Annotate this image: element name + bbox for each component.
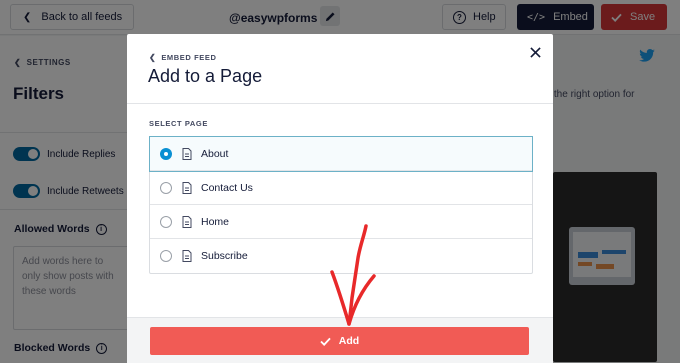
page-list: About Contact Us Home Subscribe: [149, 136, 533, 274]
page-option-contact-us[interactable]: Contact Us: [150, 171, 532, 205]
select-page-label: SELECT PAGE: [149, 119, 208, 128]
close-icon: [529, 46, 541, 58]
page-option-subscribe[interactable]: Subscribe: [150, 239, 532, 273]
document-icon: [182, 181, 192, 194]
add-label: Add: [338, 335, 360, 347]
divider: [127, 103, 553, 104]
page-option-home[interactable]: Home: [150, 205, 532, 239]
radio-button[interactable]: [160, 250, 172, 262]
document-icon: [182, 215, 192, 228]
close-button[interactable]: [526, 43, 544, 61]
document-icon: [182, 250, 192, 262]
page-option-label: Contact Us: [201, 181, 253, 194]
page-option-label: Subscribe: [201, 250, 248, 262]
add-to-page-modal: ❮ EMBED FEED Add to a Page SELECT PAGE A…: [127, 34, 553, 363]
check-icon: [320, 337, 331, 346]
document-icon: [182, 147, 192, 160]
add-button[interactable]: Add: [150, 327, 529, 355]
page-option-about[interactable]: About: [149, 136, 533, 172]
embed-feed-breadcrumb[interactable]: ❮ EMBED FEED: [149, 53, 216, 62]
page-option-label: Home: [201, 215, 230, 228]
radio-button[interactable]: [160, 147, 172, 160]
modal-title: Add to a Page: [148, 66, 263, 86]
chevron-left-icon: ❮: [149, 53, 157, 62]
page-option-label: About: [201, 147, 229, 160]
radio-button[interactable]: [160, 181, 172, 194]
radio-button[interactable]: [160, 215, 172, 228]
